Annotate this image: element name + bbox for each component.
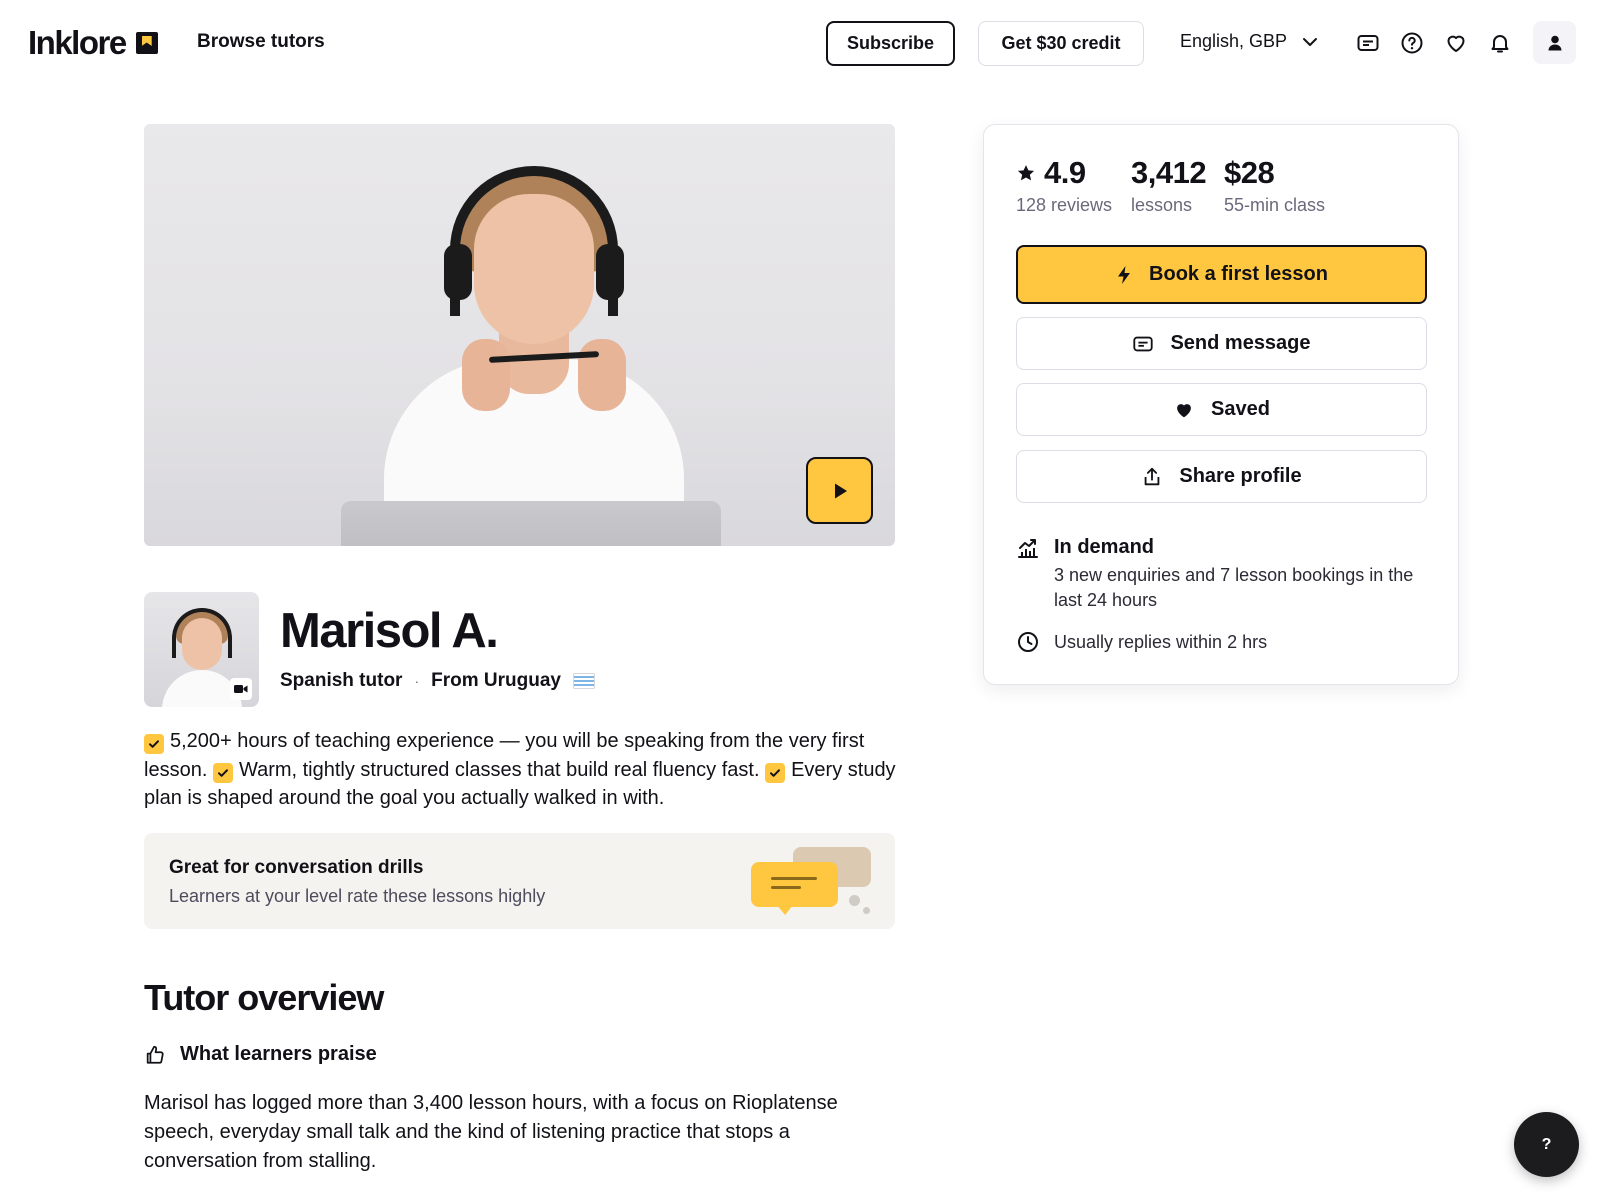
- avatar-headphones: [172, 608, 232, 658]
- brand-logo[interactable]: Inklore: [28, 24, 158, 62]
- help-circle-icon[interactable]: [1398, 29, 1426, 57]
- saved-label: Saved: [1211, 398, 1270, 420]
- intro-video[interactable]: [144, 124, 895, 546]
- heart-icon[interactable]: [1442, 29, 1470, 57]
- help-chat-button[interactable]: ?: [1514, 1112, 1579, 1177]
- overview-text: Marisol has logged more than 3,400 lesso…: [144, 1092, 838, 1172]
- video-headphones: [450, 166, 618, 316]
- send-message-button[interactable]: Send message: [1016, 317, 1427, 370]
- checkmark-icon: [765, 762, 786, 783]
- price-stat: $28 55-min class: [1224, 155, 1325, 216]
- language-currency-label: English, GBP: [1180, 31, 1288, 51]
- decor-dot: [863, 907, 870, 914]
- top-header: Inklore Browse tutors Subscribe Get $30 …: [0, 0, 1600, 86]
- bookmark-logo-icon: [135, 32, 158, 54]
- logo-text: Inklore: [28, 24, 127, 61]
- book-first-lesson-button[interactable]: Book a first lesson: [1016, 245, 1427, 304]
- book-button-label: Book a first lesson: [1149, 263, 1328, 285]
- messages-icon[interactable]: [1354, 29, 1382, 57]
- reply-time-text: Usually replies within 2 hrs: [1054, 631, 1268, 652]
- subscribe-button[interactable]: Subscribe: [826, 21, 955, 66]
- meta-separator: ·: [414, 673, 420, 689]
- language-currency-selector[interactable]: English, GBP: [1180, 31, 1319, 52]
- play-icon: [834, 483, 847, 498]
- highlight-subtitle: Learners at your level rate these lesson…: [169, 886, 546, 906]
- decor-dot: [849, 895, 860, 906]
- get-credit-button[interactable]: Get $30 credit: [978, 21, 1144, 66]
- share-profile-label: Share profile: [1179, 465, 1302, 487]
- lightning-icon: [1118, 265, 1131, 284]
- trending-chart-icon: [1018, 539, 1038, 558]
- saved-button[interactable]: Saved: [1016, 383, 1427, 436]
- highlight-title: Great for conversation drills: [169, 857, 424, 878]
- conversation-drills-card: Great for conversation drills Learners a…: [144, 833, 895, 929]
- video-headphone-right: [596, 244, 624, 300]
- in-demand-text: 3 new enquiries and 7 lesson bookings in…: [1054, 565, 1414, 610]
- lessons-count: 3,412: [1131, 155, 1207, 190]
- reviews-link[interactable]: 128 reviews: [1016, 195, 1112, 216]
- bell-icon[interactable]: [1486, 29, 1514, 57]
- tutor-avatar[interactable]: [144, 592, 259, 707]
- rating-stat: 4.9 128 reviews: [1016, 155, 1112, 216]
- share-icon: [1145, 467, 1160, 485]
- checkmark-icon: [212, 762, 233, 783]
- in-demand-info: In demand 3 new enquiries and 7 lesson b…: [1016, 536, 1424, 613]
- booking-card: 4.9 128 reviews 3,412 lessons $28 55-min…: [983, 124, 1459, 685]
- tutor-name: Marisol A.: [280, 604, 499, 658]
- tutor-origin: From Uruguay: [431, 670, 561, 691]
- star-icon: [1017, 165, 1035, 181]
- price-label: 55-min class: [1224, 195, 1326, 215]
- lessons-stat: 3,412 lessons: [1131, 155, 1207, 216]
- tutor-bio: 5,200+ hours of teaching experience — yo…: [144, 727, 896, 813]
- lessons-label: lessons: [1131, 195, 1193, 215]
- video-hand-left: [462, 339, 510, 411]
- thumbs-up-icon: [146, 1045, 164, 1064]
- in-demand-title: In demand: [1054, 536, 1155, 558]
- reply-time-info: Usually replies within 2 hrs: [1016, 630, 1267, 654]
- clock-icon: [1018, 632, 1038, 652]
- praise-heading-text: What learners praise: [180, 1043, 377, 1065]
- video-headphone-left: [444, 244, 472, 300]
- share-profile-button[interactable]: Share profile: [1016, 450, 1427, 503]
- price-value: $28: [1224, 155, 1275, 190]
- tutor-subject: Spanish tutor: [280, 670, 403, 691]
- tutor-meta: Spanish tutor · From Uruguay: [280, 670, 595, 692]
- heart-filled-icon: [1177, 403, 1191, 417]
- user-menu-button[interactable]: [1533, 21, 1576, 64]
- praise-heading: What learners praise: [144, 1043, 377, 1066]
- play-video-button[interactable]: [806, 457, 873, 524]
- message-icon: [1133, 336, 1154, 351]
- bio-point: Warm, tightly structured classes that bu…: [238, 758, 760, 781]
- user-icon: [1548, 35, 1561, 50]
- send-message-label: Send message: [1170, 332, 1311, 354]
- rating-value: 4.9: [1044, 155, 1086, 190]
- checkmark-icon: [144, 734, 164, 754]
- video-laptop: [341, 501, 721, 546]
- chat-bubble-icon: [751, 862, 838, 915]
- overview-title: Tutor overview: [144, 977, 384, 1018]
- chevron-down-icon: [1303, 37, 1318, 46]
- video-camera-icon: [230, 678, 252, 700]
- browse-tutors-link[interactable]: Browse tutors: [197, 31, 325, 53]
- uruguay-flag-icon: [572, 673, 595, 689]
- video-hand-right: [578, 339, 626, 411]
